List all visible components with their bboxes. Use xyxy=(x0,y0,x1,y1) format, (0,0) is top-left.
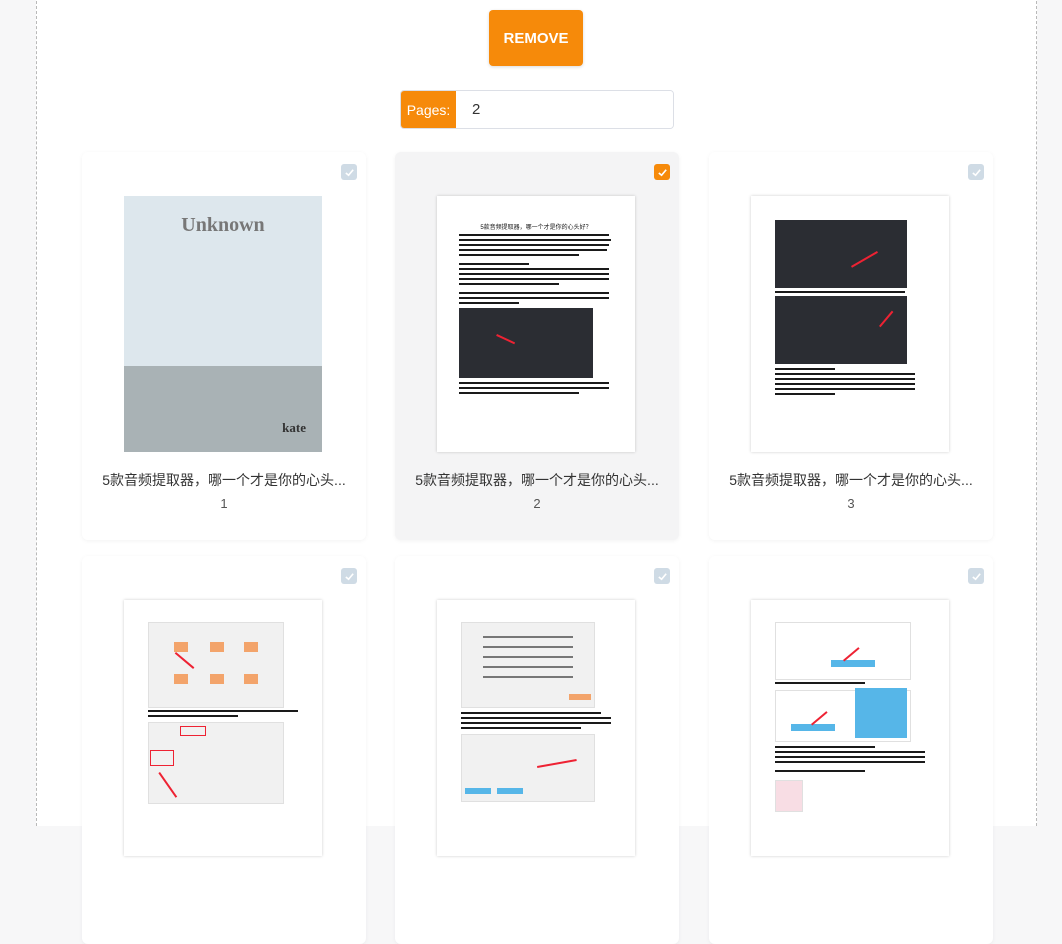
page-title: 5款音频提取器，哪一个才是你的心头... xyxy=(729,472,973,488)
page-thumbnail xyxy=(124,600,322,856)
page-checkbox[interactable] xyxy=(968,164,984,180)
page-card[interactable]: 5款音频提取器，哪一个才是你的心头好？ 5款音频提取器，哪一个才是你的心头...… xyxy=(395,152,679,540)
pages-field: Pages: xyxy=(400,90,674,129)
page-card[interactable]: 5款音频提取器，哪一个才是你的心头... 3 xyxy=(709,152,993,540)
page-thumbnail xyxy=(437,600,635,856)
page-card[interactable] xyxy=(395,556,679,944)
page-card[interactable] xyxy=(709,556,993,944)
checkmark-icon xyxy=(657,572,667,580)
page-checkbox[interactable] xyxy=(968,568,984,584)
page-thumbnail xyxy=(751,600,949,856)
page-card[interactable] xyxy=(82,556,366,944)
page-thumbnail: 5款音频提取器，哪一个才是你的心头好？ xyxy=(437,196,635,452)
page-thumbnail xyxy=(751,196,949,452)
checkmark-icon xyxy=(344,572,354,580)
page-checkbox[interactable] xyxy=(341,568,357,584)
page-thumbnail: Unknown kate xyxy=(124,196,322,452)
page-number: 3 xyxy=(847,496,855,511)
doc-heading: 5款音频提取器，哪一个才是你的心头好？ xyxy=(480,225,592,231)
remove-button[interactable]: REMOVE xyxy=(489,10,583,66)
page-card[interactable]: Unknown kate 5款音频提取器，哪一个才是你的心头... 1 xyxy=(82,152,366,540)
page-title: 5款音频提取器，哪一个才是你的心头... xyxy=(415,472,659,488)
page-title: 5款音频提取器，哪一个才是你的心头... xyxy=(102,472,346,488)
page-number: 1 xyxy=(220,496,228,511)
cover-author: kate xyxy=(282,420,306,435)
checkmark-icon xyxy=(657,168,667,176)
checkmark-icon xyxy=(971,572,981,580)
page-checkbox[interactable] xyxy=(654,164,670,180)
checkmark-icon xyxy=(344,168,354,176)
pages-label: Pages: xyxy=(401,91,456,128)
pages-input[interactable] xyxy=(456,91,673,128)
checkmark-icon xyxy=(971,168,981,176)
page-checkbox[interactable] xyxy=(654,568,670,584)
cover-title: Unknown xyxy=(181,214,265,236)
page-number: 2 xyxy=(533,496,541,511)
page-checkbox[interactable] xyxy=(341,164,357,180)
